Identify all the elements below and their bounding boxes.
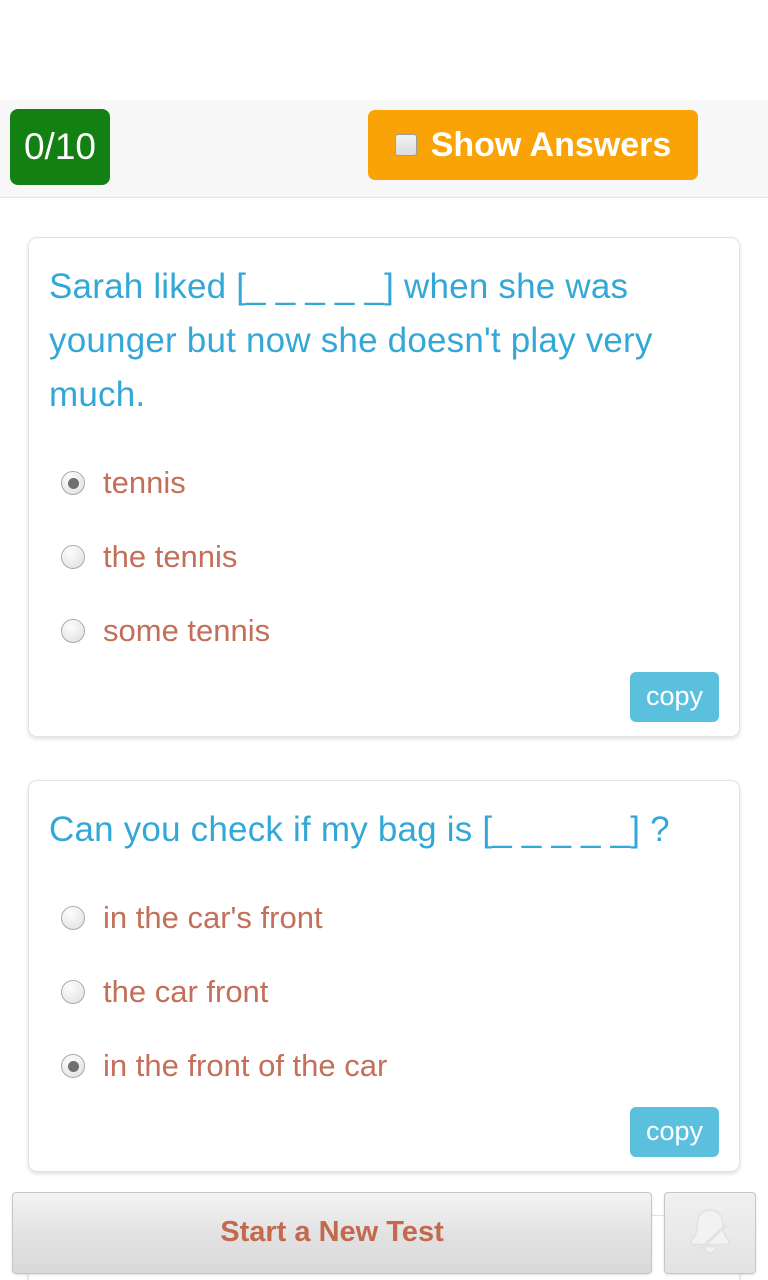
question-text: Can you check if my bag is [_ _ _ _ _] ?: [49, 810, 670, 849]
option-row[interactable]: the car front: [49, 955, 719, 1029]
bell-button[interactable]: [664, 1191, 756, 1274]
copy-row: copy: [49, 672, 719, 722]
option-label: tennis: [103, 465, 186, 500]
show-answers-label: Show Answers: [430, 125, 672, 164]
questions-scroll-area[interactable]: Sarah liked [_ _ _ _ _] when she was you…: [0, 199, 768, 1280]
option-label: the tennis: [103, 539, 238, 574]
show-answers-button[interactable]: Show Answers: [368, 110, 698, 180]
option-label: the car front: [103, 974, 269, 1009]
option-row[interactable]: in the front of the car: [49, 1029, 719, 1103]
radio-button-selected-icon[interactable]: [61, 471, 85, 495]
radio-button-icon[interactable]: [61, 619, 85, 643]
radio-button-icon[interactable]: [61, 906, 85, 930]
option-label: some tennis: [103, 613, 271, 648]
copy-row: copy: [49, 1107, 719, 1157]
options-group: in the car's front the car front in the …: [49, 881, 719, 1103]
question-card: Can you check if my bag is [_ _ _ _ _] ?…: [28, 780, 740, 1172]
bottom-action-bar: Start a New Test: [0, 1185, 768, 1280]
option-label: in the car's front: [103, 900, 323, 935]
option-row[interactable]: some tennis: [49, 594, 719, 668]
radio-button-icon[interactable]: [61, 980, 85, 1004]
option-label: in the front of the car: [103, 1048, 388, 1083]
score-badge: 0/10: [10, 109, 110, 185]
checkbox-unchecked-icon[interactable]: [394, 134, 417, 156]
bell-icon: [684, 1205, 736, 1261]
radio-button-selected-icon[interactable]: [61, 1054, 85, 1078]
question-text: Sarah liked [_ _ _ _ _] when she was you…: [49, 267, 653, 414]
copy-button[interactable]: copy: [629, 672, 719, 722]
top-blank-area: [0, 0, 768, 100]
option-row[interactable]: in the car's front: [49, 881, 719, 955]
question-card: Sarah liked [_ _ _ _ _] when she was you…: [28, 237, 740, 737]
option-row[interactable]: tennis: [49, 446, 719, 520]
quiz-app: 0/10 Show Answers Sarah liked [_ _ _ _ _…: [0, 0, 768, 1280]
radio-button-icon[interactable]: [61, 545, 85, 569]
options-group: tennis the tennis some tennis: [49, 446, 719, 668]
option-row[interactable]: the tennis: [49, 520, 719, 594]
copy-button[interactable]: copy: [629, 1107, 719, 1157]
start-new-test-button[interactable]: Start a New Test: [12, 1191, 652, 1274]
